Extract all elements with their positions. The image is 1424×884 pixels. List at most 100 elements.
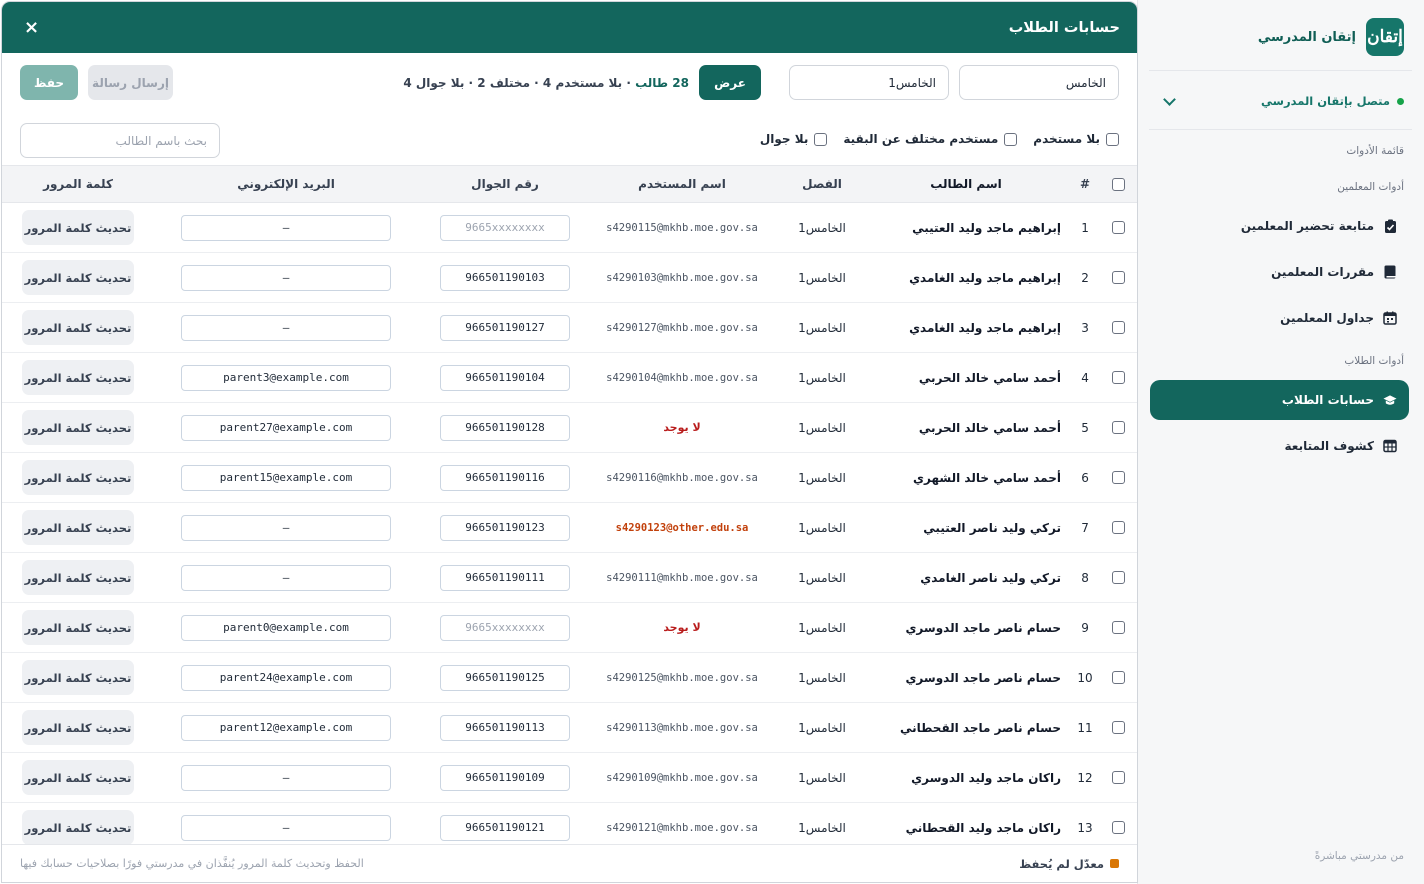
email-input[interactable]: – — [181, 564, 391, 591]
col-email: البريد الإلكتروني — [237, 177, 335, 191]
row-checkbox[interactable] — [1112, 321, 1125, 334]
student-username: s4290113@mkhb.moe.gov.sa — [606, 721, 758, 734]
update-password-button[interactable]: تحديث كلمة المرور — [22, 710, 134, 745]
close-icon[interactable]: × — [24, 18, 39, 37]
checkbox[interactable] — [1106, 132, 1119, 146]
email-input[interactable]: parent15@example.com — [181, 464, 391, 491]
row-index: 13 — [1077, 820, 1093, 835]
email-input[interactable]: – — [181, 314, 391, 341]
email-input[interactable]: parent12@example.com — [181, 714, 391, 741]
row-checkbox[interactable] — [1112, 571, 1125, 584]
row-checkbox[interactable] — [1112, 271, 1125, 284]
row-checkbox[interactable] — [1112, 371, 1125, 384]
update-password-button[interactable]: تحديث كلمة المرور — [22, 660, 134, 695]
row-select-cell — [1111, 453, 1125, 502]
email-input[interactable]: parent27@example.com — [181, 414, 391, 441]
row-checkbox[interactable] — [1112, 721, 1125, 734]
email-input[interactable]: – — [181, 764, 391, 791]
row-checkbox[interactable] — [1112, 471, 1125, 484]
update-password-button[interactable]: تحديث كلمة المرور — [22, 360, 134, 395]
phone-input[interactable]: 9665xxxxxxxx — [440, 214, 570, 241]
phone-input[interactable]: 966501190109 — [440, 764, 570, 791]
row-checkbox[interactable] — [1112, 221, 1125, 234]
send-message-button[interactable]: إرسال رسالة — [88, 65, 173, 100]
email-input[interactable]: parent24@example.com — [181, 664, 391, 691]
email-cell: – — [181, 303, 391, 352]
update-password-button[interactable]: تحديث كلمة المرور — [22, 410, 134, 445]
sidebar-item-student-accounts[interactable]: حسابات الطلاب — [1150, 380, 1409, 420]
email-input[interactable]: – — [181, 264, 391, 291]
update-password-button[interactable]: تحديث كلمة المرور — [22, 810, 134, 845]
sidebar-item-teacher-prep[interactable]: متابعة تحضير المعلمين — [1150, 206, 1409, 246]
update-password-button[interactable]: تحديث كلمة المرور — [22, 260, 134, 295]
row-checkbox[interactable] — [1112, 521, 1125, 534]
table-header: # اسم الطالب الفصل اسم المستخدم رقم الجو… — [2, 165, 1137, 203]
email-input[interactable]: parent0@example.com — [181, 614, 391, 641]
search-input[interactable]: بحث باسم الطالب — [20, 123, 220, 158]
update-password-button[interactable]: تحديث كلمة المرور — [22, 460, 134, 495]
view-button[interactable]: عرض — [699, 65, 761, 100]
phone-input[interactable]: 966501190111 — [440, 564, 570, 591]
email-input[interactable]: parent3@example.com — [181, 364, 391, 391]
grade-select[interactable]: الخامس — [959, 65, 1119, 100]
row-checkbox[interactable] — [1112, 821, 1125, 834]
sidebar-divider — [1149, 70, 1412, 71]
filter-no-phone[interactable]: بلا جوال — [760, 132, 828, 146]
phone-input[interactable]: 9665xxxxxxxx — [440, 614, 570, 641]
phone-input[interactable]: 966501190103 — [440, 264, 570, 291]
update-password-button[interactable]: تحديث كلمة المرور — [22, 510, 134, 545]
email-cell: – — [181, 753, 391, 802]
sidebar-item-teacher-schedules[interactable]: جداول المعلمين — [1150, 298, 1409, 338]
col-username: اسم المستخدم — [638, 177, 726, 191]
save-button[interactable]: حفظ — [20, 65, 78, 100]
select-all-checkbox[interactable] — [1112, 177, 1125, 191]
student-class: الخامس1 — [798, 520, 846, 535]
update-password-button[interactable]: تحديث كلمة المرور — [22, 610, 134, 645]
phone-input[interactable]: 966501190104 — [440, 364, 570, 391]
row-checkbox[interactable] — [1112, 671, 1125, 684]
sidebar-item-tracking-sheets[interactable]: كشوف المتابعة — [1150, 426, 1409, 466]
phone-input[interactable]: 966501190127 — [440, 314, 570, 341]
student-name: تركي وليد ناصر الغامدي — [920, 570, 1061, 585]
row-select-cell — [1111, 653, 1125, 702]
phone-cell: 966501190111 — [440, 553, 570, 602]
row-index: 5 — [1081, 420, 1089, 435]
filter-no-user[interactable]: بلا مستخدم — [1033, 132, 1119, 146]
student-name: راكان ماجد وليد القحطاني — [905, 820, 1061, 835]
row-checkbox[interactable] — [1112, 421, 1125, 434]
class-select[interactable]: الخامس1 — [789, 65, 949, 100]
email-input[interactable]: – — [181, 214, 391, 241]
email-input[interactable]: – — [181, 814, 391, 841]
update-password-button[interactable]: تحديث كلمة المرور — [22, 210, 134, 245]
row-checkbox[interactable] — [1112, 771, 1125, 784]
filter-different-user[interactable]: مستخدم مختلف عن البقية — [843, 132, 1018, 146]
phone-input[interactable]: 966501190113 — [440, 714, 570, 741]
update-password-button[interactable]: تحديث كلمة المرور — [22, 310, 134, 345]
phone-input[interactable]: 966501190116 — [440, 464, 570, 491]
phone-input[interactable]: 966501190121 — [440, 814, 570, 841]
email-input[interactable]: – — [181, 514, 391, 541]
phone-input[interactable]: 966501190125 — [440, 664, 570, 691]
sidebar-item-teacher-courses[interactable]: مقررات المعلمين — [1150, 252, 1409, 292]
phone-input[interactable]: 966501190123 — [440, 514, 570, 541]
student-class: الخامس1 — [798, 620, 846, 635]
row-index: 10 — [1077, 670, 1093, 685]
update-password-button[interactable]: تحديث كلمة المرور — [22, 760, 134, 795]
row-select-cell — [1111, 403, 1125, 452]
connection-status[interactable]: متصل بإتقان المدرسي — [1159, 90, 1404, 112]
students-table: # اسم الطالب الفصل اسم المستخدم رقم الجو… — [2, 165, 1137, 845]
sidebar-item-label: كشوف المتابعة — [1284, 439, 1374, 453]
password-cell: تحديث كلمة المرور — [22, 803, 134, 845]
email-cell: – — [181, 503, 391, 552]
phone-input[interactable]: 966501190128 — [440, 414, 570, 441]
chevron-down-icon[interactable] — [1163, 92, 1176, 106]
checkbox[interactable] — [1004, 132, 1018, 146]
checkbox[interactable] — [814, 132, 828, 146]
phone-cell: 966501190128 — [440, 403, 570, 452]
row-index: 3 — [1081, 320, 1089, 335]
update-password-button[interactable]: تحديث كلمة المرور — [22, 560, 134, 595]
row-checkbox[interactable] — [1112, 621, 1125, 634]
footnote: الحفظ وتحديث كلمة المرور يُنفَّذان في مد… — [20, 857, 364, 870]
status-text: متصل بإتقان المدرسي — [1261, 94, 1390, 108]
summary-stats: 28 طالب · بلا مستخدم 4 · مختلف 2 · بلا ج… — [403, 76, 689, 90]
